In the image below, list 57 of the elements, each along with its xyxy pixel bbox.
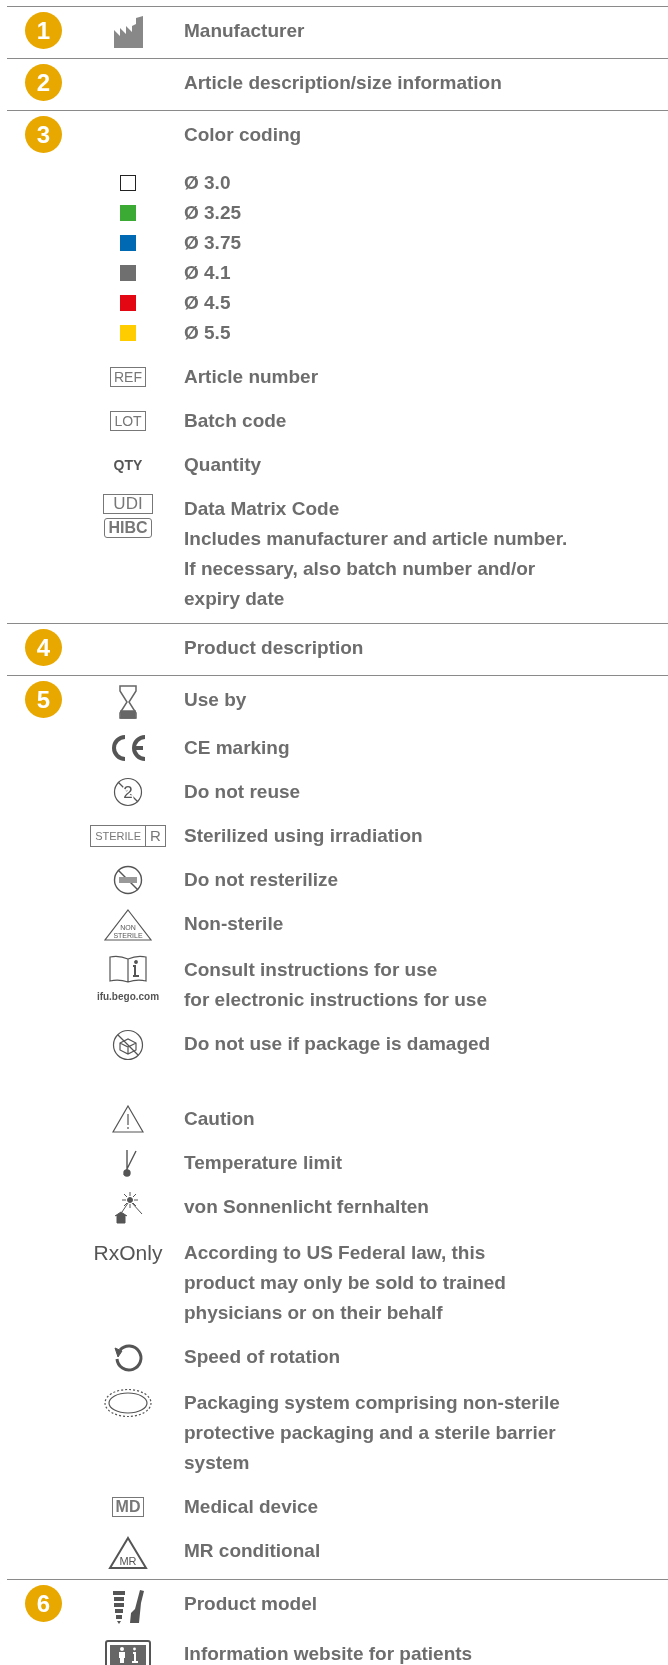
- legend-text: Ø 4.1: [184, 261, 231, 285]
- symbol-label: MD: [111, 1497, 145, 1517]
- legend-text: According to US Federal law, this product may only be sold to trained physicians or on their behalf: [184, 1241, 506, 1325]
- implant-abutment-icon: [110, 1589, 146, 1625]
- section-number: 2: [25, 64, 62, 101]
- symbol-label: LOT: [110, 411, 146, 431]
- factory-icon: [113, 16, 143, 48]
- damaged-package-icon: [112, 1029, 144, 1061]
- legend-text: Caution: [184, 1107, 255, 1131]
- legend-text: Ø 5.5: [184, 321, 231, 345]
- legend-text: Ø 3.0: [184, 171, 231, 195]
- symbol-label: UDI: [103, 494, 153, 514]
- legend-text: Non-sterile: [184, 912, 284, 936]
- section-number: 1: [25, 12, 62, 49]
- section-number: 3: [25, 116, 62, 153]
- symbol-label: QTY: [113, 456, 143, 475]
- legend-text: Data Matrix Code Includes manufacturer and article number. If necessary, also batch number and/or expiry date: [184, 497, 568, 611]
- legend-text: MR conditional: [184, 1539, 321, 1563]
- legend-text: Product model: [184, 1592, 317, 1616]
- section-number: 5: [25, 681, 62, 718]
- legend-text: Packaging system comprising non-sterile protective packaging and a sterile barrier system: [184, 1391, 560, 1475]
- legend-text: Medical device: [184, 1495, 319, 1519]
- legend-text: Ø 3.25: [184, 201, 242, 225]
- legend-text: Product description: [184, 636, 364, 660]
- legend-text: Temperature limit: [184, 1151, 343, 1175]
- legend-text: Color coding: [184, 123, 302, 147]
- no-resterilize-icon: [113, 865, 143, 895]
- legend-text: Quantity: [184, 453, 262, 477]
- mr-conditional-icon: MR: [108, 1536, 148, 1570]
- book-info-icon: [109, 955, 147, 983]
- dashed-ellipse-icon: [104, 1388, 152, 1418]
- symbol-label: REF: [110, 367, 146, 387]
- legend-text: von Sonnenlicht fernhalten: [184, 1195, 429, 1219]
- sterile-r-label: STERILE R: [90, 825, 166, 847]
- legend-text: Use by: [184, 688, 247, 712]
- legend-text: CE marking: [184, 736, 290, 760]
- legend-text: Consult instructions for use for electronic instructions for use: [184, 958, 487, 1012]
- legend-text: Ø 3.75: [184, 231, 242, 255]
- legend-text: Do not resterilize: [184, 868, 339, 892]
- legend-text: Ø 4.5: [184, 291, 231, 315]
- legend-text: Article description/size information: [184, 71, 502, 95]
- section-number: 6: [25, 1585, 62, 1622]
- legend-text: Sterilized using irradiation: [184, 824, 423, 848]
- legend-text: Manufacturer: [184, 19, 305, 43]
- hourglass-icon: [118, 685, 138, 719]
- legend-text: Batch code: [184, 409, 287, 433]
- symbol-label: HIBC: [104, 518, 152, 538]
- legend-text: Do not use if package is damaged: [184, 1032, 491, 1056]
- rx-only-label: RxOnly: [93, 1243, 163, 1263]
- legend-text: Speed of rotation: [184, 1345, 341, 1369]
- legend-text: Do not reuse: [184, 780, 301, 804]
- rotation-arrow-icon: [112, 1342, 144, 1374]
- website-label: ifu.bego.com: [96, 990, 160, 1004]
- section-number: 4: [25, 629, 62, 666]
- caution-icon: [112, 1105, 144, 1133]
- legend-text: Article number: [184, 365, 319, 389]
- legend-text: Information website for patients: [184, 1642, 473, 1665]
